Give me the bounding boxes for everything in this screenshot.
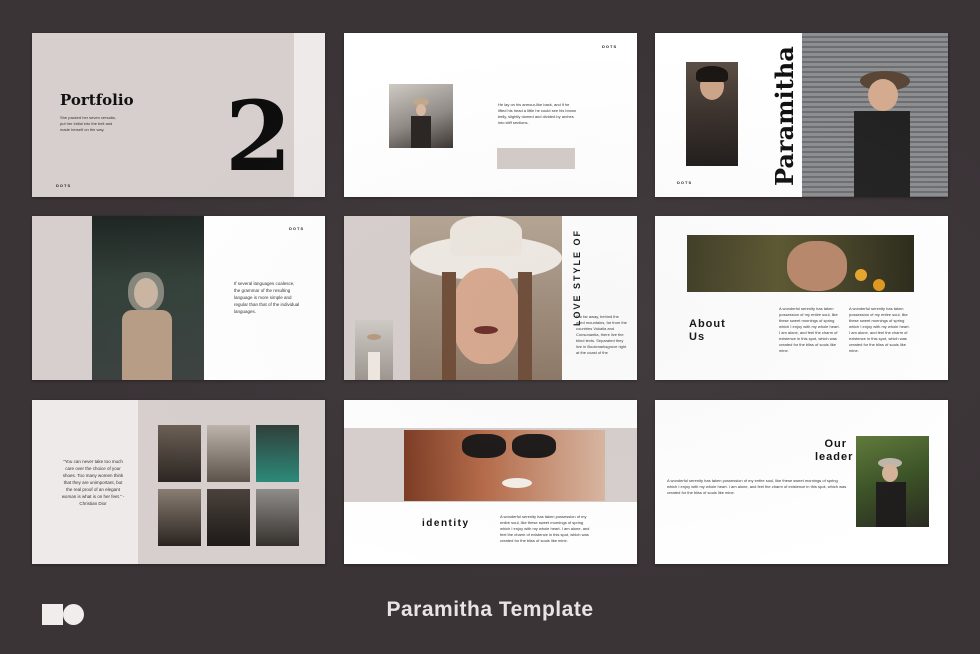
photo-grid-4 xyxy=(158,489,201,546)
slide-dots-label: DOTS xyxy=(677,180,693,185)
photo-grid-6 xyxy=(256,489,299,546)
slide-body-text: A wonderful serenity has taken possessio… xyxy=(779,306,840,353)
slide-dots-label: DOTS xyxy=(56,183,72,188)
photo-grid-2 xyxy=(207,425,250,482)
slide-big-number: 2 xyxy=(225,80,292,193)
footer-title: Paramitha Template xyxy=(386,598,594,621)
photo-grid-3 xyxy=(256,425,299,482)
title-line: STYLE OF xyxy=(572,229,582,290)
title-line: About xyxy=(689,318,726,330)
slide-dots-label: DOTS xyxy=(602,44,618,49)
slide-side-strip xyxy=(294,33,325,197)
photo-small-woman-street xyxy=(355,320,393,380)
slide-title: Our leader xyxy=(815,438,854,464)
slide-body-text: A wonderful serenity has taken possessio… xyxy=(849,306,910,353)
slide-title: About Us xyxy=(689,318,726,344)
slide-portfolio[interactable]: Portfolio She packed her seven versalia,… xyxy=(32,33,325,197)
slide-paramitha[interactable]: Paramitha DOTS xyxy=(655,33,948,197)
photo-woman-forest xyxy=(856,436,929,527)
slide-quote-grid[interactable]: "You can never take too much care over t… xyxy=(32,400,325,564)
slide-body-text: Far far away, behind the word mountains,… xyxy=(576,314,627,355)
slide-body-text: He lay on his armour-like back, and if h… xyxy=(498,102,577,125)
slide-beige-panel xyxy=(32,216,92,380)
slide-vertical-title: Paramitha xyxy=(770,46,799,187)
photo-woman-hat-shutter xyxy=(802,33,948,197)
slide-title: Portfolio xyxy=(60,91,134,109)
photo-woman-hat xyxy=(389,84,453,148)
slide-identity[interactable]: identity A wonderful serenity has taken … xyxy=(344,400,637,564)
slide-intro[interactable]: DOTS He lay on his armour-like back, and… xyxy=(344,33,637,197)
photo-woman-hat-portrait xyxy=(410,216,562,380)
photo-woman-closeup xyxy=(686,62,738,166)
slide-beige-block xyxy=(497,148,575,169)
title-line: Our xyxy=(824,438,847,450)
photo-grid-1 xyxy=(158,425,201,482)
slide-quote: "You can never take too much care over t… xyxy=(61,459,125,506)
slide-body-text: If several languages coalesce, the gramm… xyxy=(234,281,300,314)
slide-body-text: A wonderful serenity has taken possessio… xyxy=(667,478,847,495)
slide-vertical-title: LOVE STYLE OF xyxy=(572,229,583,326)
slide-body-text: A wonderful serenity has taken possessio… xyxy=(500,514,590,543)
photo-woman-sunglasses xyxy=(404,430,605,501)
photo-woman-flowers xyxy=(687,235,914,292)
slide-dots-label: DOTS xyxy=(289,226,305,231)
title-line: leader xyxy=(815,451,854,463)
slide-title: identity xyxy=(422,518,470,529)
slide-about-us[interactable]: About Us A wonderful serenity has taken … xyxy=(655,216,948,380)
photo-grid-5 xyxy=(207,489,250,546)
slide-grammar[interactable]: DOTS If several languages coalesce, the … xyxy=(32,216,325,380)
photo-woman-jacket xyxy=(92,216,204,380)
slide-our-leader[interactable]: Our leader A wonderful serenity has take… xyxy=(655,400,948,564)
title-line: Us xyxy=(689,331,706,343)
slide-body-text: She packed her seven versalia, put her i… xyxy=(60,115,116,132)
slide-style-of-love[interactable]: LOVE STYLE OF Far far away, behind the w… xyxy=(344,216,637,380)
